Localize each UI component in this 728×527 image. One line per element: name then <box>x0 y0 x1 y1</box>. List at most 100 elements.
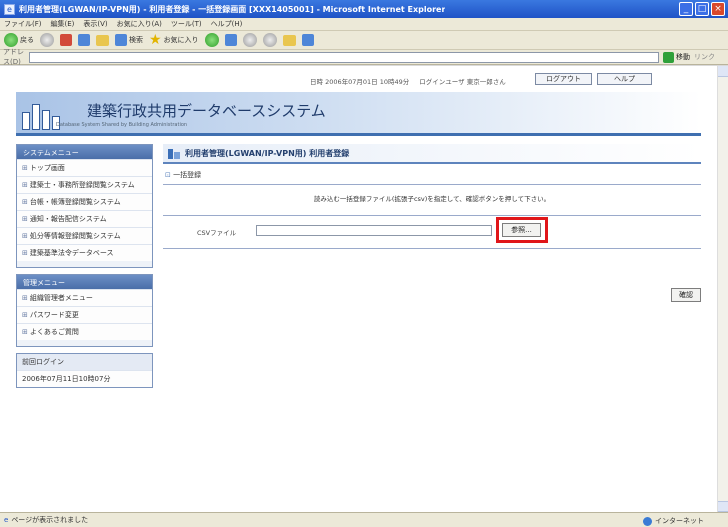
bullet-icon: ⊞ <box>22 294 28 302</box>
sidebar-item-ledger[interactable]: ⊞ 台帳・帳簿登録閲覧システム <box>17 193 152 210</box>
folder-icon <box>282 34 296 46</box>
site-subtitle: Database System Shared by Building Admin… <box>56 122 188 128</box>
back-button[interactable]: 戻る <box>4 33 34 47</box>
messenger-button[interactable] <box>301 34 314 46</box>
window-controls: _ □ × <box>679 2 725 16</box>
browser-toolbar: 戻る 検索 ★ お気に入り <box>0 31 728 50</box>
bullet-icon: ⊞ <box>22 164 28 172</box>
address-bar: アドレス(D) 移動 リンク <box>0 48 728 66</box>
sidebar-item-top[interactable]: ⊞ トップ画面 <box>17 159 152 176</box>
go-arrow-icon <box>663 51 674 63</box>
print-icon <box>262 33 277 47</box>
close-button[interactable]: × <box>711 2 725 16</box>
help-button[interactable]: ヘルプ <box>597 73 652 85</box>
address-label: アドレス(D) <box>3 48 24 66</box>
datetime-text: 日時 2006年07月01日 10時49分 <box>310 78 410 86</box>
sidebar-item-label: よくあるご質問 <box>29 328 79 336</box>
print-button[interactable] <box>262 33 277 47</box>
ie-icon: e <box>4 3 15 15</box>
sidebar-item-org-admin[interactable]: ⊞ 組織管理者メニュー <box>17 289 152 306</box>
menubar: ファイル(F) 編集(E) 表示(V) お気に入り(A) ツール(T) ヘルプ(… <box>0 18 728 31</box>
ie-page-icon: e <box>4 516 9 524</box>
back-arrow-icon <box>4 33 18 47</box>
last-login-box: 前回ログイン 2006年07月11日10時07分 <box>16 353 153 388</box>
stop-icon <box>60 34 72 46</box>
vertical-scrollbar[interactable] <box>717 66 728 512</box>
sidebar-item-label: パスワード変更 <box>29 311 79 319</box>
system-menu: システムメニュー ⊞ トップ画面 ⊞ 建築士・事務所登録閲覧システム ⊞ 台帳・帳簿登… <box>16 144 153 268</box>
divider <box>163 248 701 249</box>
sidebar-item-label: 処分等情報登録閲覧システム <box>29 232 121 240</box>
csv-file-label: CSVファイル <box>197 229 237 237</box>
search-label: 検索 <box>129 36 143 44</box>
maximize-button[interactable]: □ <box>695 2 709 16</box>
sidebar-item-label: 台帳・帳簿登録閲覧システム <box>29 198 121 206</box>
favorites-button[interactable]: ★ お気に入り <box>149 33 199 47</box>
sidebar-item-architect[interactable]: ⊞ 建築士・事務所登録閲覧システム <box>17 176 152 193</box>
media-button[interactable] <box>204 33 219 47</box>
page-title-bar: 利用者管理(LGWAN/IP-VPN用) 利用者登録 <box>163 144 701 164</box>
sidebar-item-faq[interactable]: ⊞ よくあるご質問 <box>17 323 152 340</box>
zone-label: インターネット <box>655 517 704 525</box>
menu-favorites[interactable]: お気に入り(A) <box>117 19 162 29</box>
scroll-down-arrow-icon[interactable] <box>718 501 728 512</box>
scroll-up-arrow-icon[interactable] <box>718 66 728 77</box>
history-button[interactable] <box>224 34 237 46</box>
minimize-button[interactable]: _ <box>679 2 693 16</box>
menu-edit[interactable]: 編集(E) <box>51 19 75 29</box>
window-title: 利用者管理(LGWAN/IP-VPN用) - 利用者登録 - 一括登録画面 [X… <box>19 4 446 14</box>
home-icon <box>96 34 109 46</box>
forward-button[interactable] <box>40 33 54 47</box>
sidebar-spacer <box>17 261 152 267</box>
last-login-value: 2006年07月11日10時07分 <box>17 370 152 387</box>
sidebar: システムメニュー ⊞ トップ画面 ⊞ 建築士・事務所登録閲覧システム ⊞ 台帳・帳簿登… <box>16 144 153 527</box>
divider <box>163 184 701 185</box>
stop-button[interactable] <box>60 34 72 46</box>
sidebar-item-label: トップ画面 <box>29 164 65 172</box>
mail-button[interactable] <box>242 33 257 47</box>
sidebar-item-disposition[interactable]: ⊞ 処分等情報登録閲覧システム <box>17 227 152 244</box>
page-viewport: 日時 2006年07月01日 10時49分 ログインユーザ 東京一郎さん ログア… <box>0 66 717 512</box>
confirm-button[interactable]: 確認 <box>671 288 701 302</box>
bullet-icon: ⊞ <box>22 198 28 206</box>
instruction-text: 読み込む一括登録ファイル(拡張子csv)を指定して、確認ボタンを押して下さい。 <box>313 195 551 203</box>
section-heading: ⊡ 一括登録 <box>163 170 701 180</box>
admin-menu: 管理メニュー ⊞ 組織管理者メニュー ⊞ パスワード変更 ⊞ よくあるご質問 <box>16 274 153 347</box>
bullet-icon: ⊞ <box>22 215 28 223</box>
bullet-icon: ⊞ <box>22 311 28 319</box>
address-input[interactable] <box>29 51 659 63</box>
refresh-button[interactable] <box>78 34 90 46</box>
home-button[interactable] <box>96 34 109 46</box>
sidebar-item-law-db[interactable]: ⊞ 建築基準法令データベース <box>17 244 152 261</box>
go-button[interactable]: 移動 <box>663 51 690 63</box>
admin-menu-heading: 管理メニュー <box>17 275 152 289</box>
menu-view[interactable]: 表示(V) <box>83 19 107 29</box>
sidebar-spacer <box>17 340 152 346</box>
sidebar-item-notice[interactable]: ⊞ 通知・報告配信システム <box>17 210 152 227</box>
site-title: 建築行政共用データベースシステム <box>87 102 326 120</box>
system-menu-heading: システムメニュー <box>17 145 152 159</box>
highlight-box <box>496 217 548 243</box>
search-button[interactable]: 検索 <box>115 34 143 46</box>
bullet-icon: ⊞ <box>22 232 28 240</box>
globe-icon <box>643 516 652 526</box>
menu-help[interactable]: ヘルプ(H) <box>211 19 243 29</box>
history-icon <box>224 34 237 46</box>
links-label[interactable]: リンク <box>694 52 728 62</box>
logout-button[interactable]: ログアウト <box>535 73 592 85</box>
csv-file-input[interactable] <box>256 225 492 236</box>
favorites-label: お気に入り <box>163 36 199 44</box>
folder-button[interactable] <box>282 34 296 46</box>
user-admin-icon <box>168 147 180 159</box>
main-content: 利用者管理(LGWAN/IP-VPN用) 利用者登録 ⊡ 一括登録 読み込む一括… <box>163 144 701 302</box>
sidebar-item-password[interactable]: ⊞ パスワード変更 <box>17 306 152 323</box>
section-label: 一括登録 <box>173 171 202 179</box>
refresh-icon <box>78 34 90 46</box>
media-icon <box>204 33 219 47</box>
bullet-icon: ⊞ <box>22 328 28 336</box>
last-login-heading: 前回ログイン <box>17 354 152 370</box>
star-icon: ★ <box>149 32 162 48</box>
forward-arrow-icon <box>40 33 54 47</box>
menu-file[interactable]: ファイル(F) <box>4 19 42 29</box>
menu-tools[interactable]: ツール(T) <box>171 19 202 29</box>
